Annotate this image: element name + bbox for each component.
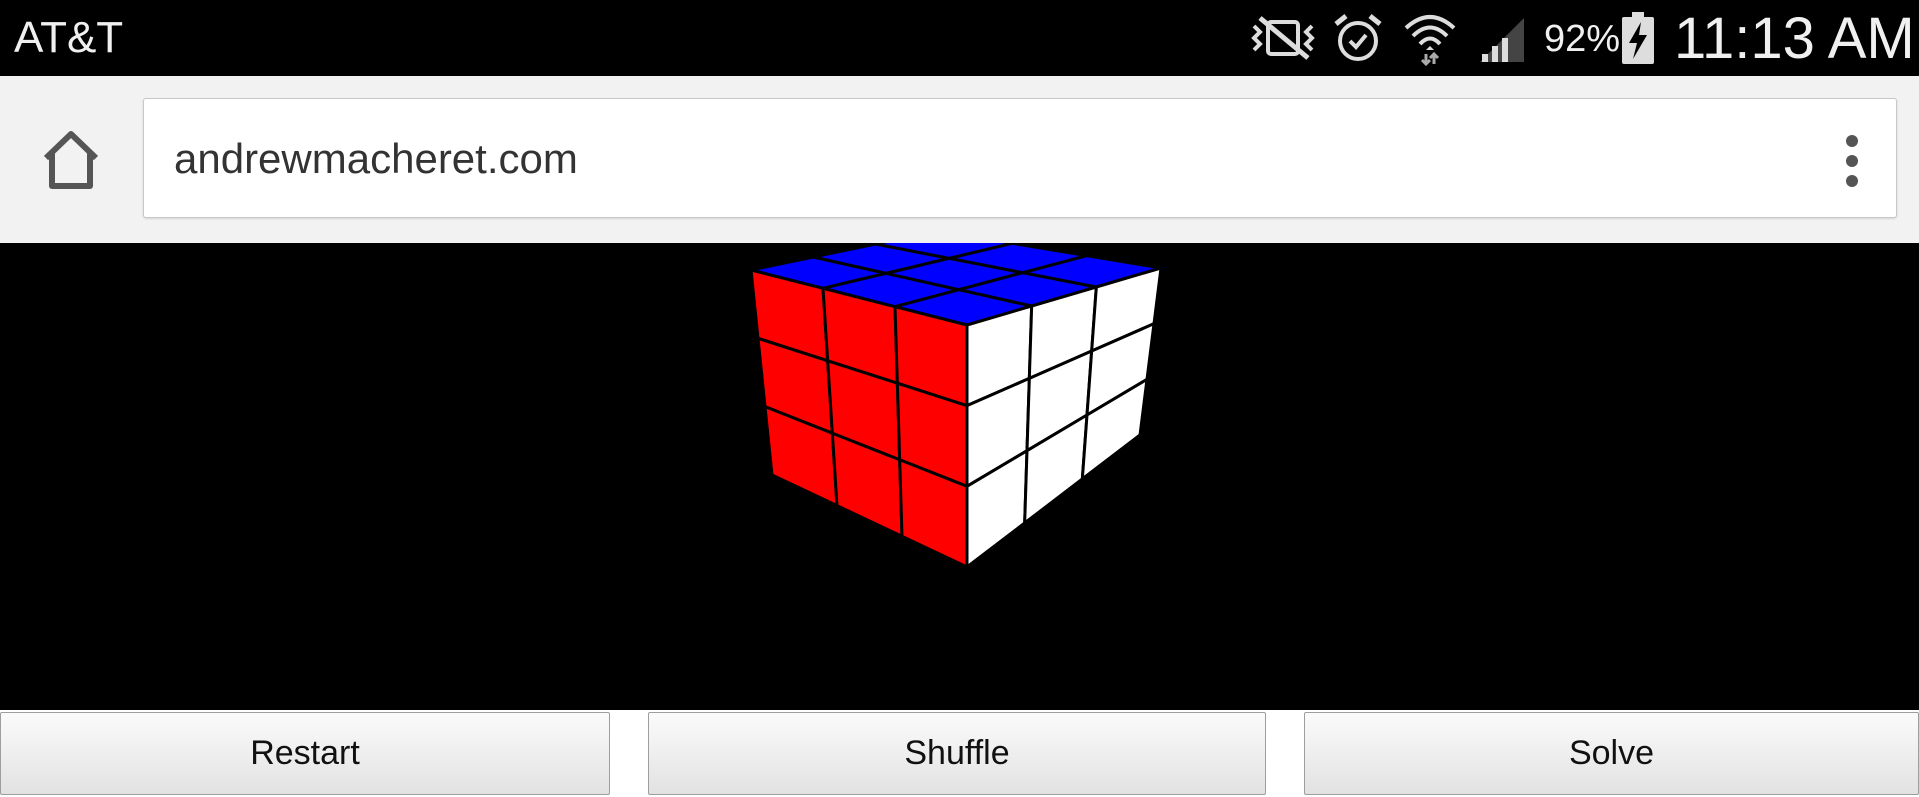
- alarm-icon: [1334, 14, 1382, 61]
- signal-icon: [1480, 18, 1524, 62]
- rubiks-cube[interactable]: [0, 243, 1919, 713]
- home-icon[interactable]: [38, 128, 104, 194]
- battery-percent: 92%: [1544, 18, 1621, 60]
- carrier-label: AT&T: [14, 13, 124, 62]
- vibrate-mute-icon: [1251, 16, 1315, 60]
- restart-button[interactable]: Restart: [0, 712, 610, 795]
- cube-canvas[interactable]: [0, 243, 1919, 713]
- address-bar[interactable]: andrewmacheret.com: [143, 98, 1897, 218]
- clock: 11:13 AM: [1674, 6, 1915, 71]
- wifi-icon: [1404, 15, 1456, 66]
- overflow-menu-icon[interactable]: [1844, 133, 1860, 189]
- browser-toolbar: andrewmacheret.com: [0, 76, 1919, 243]
- shuffle-button[interactable]: Shuffle: [648, 712, 1266, 795]
- url-text[interactable]: andrewmacheret.com: [174, 133, 578, 185]
- status-bar: AT&T 92% 11:13 AM: [0, 0, 1919, 76]
- battery-charging-icon: [1622, 12, 1654, 64]
- control-bar: Restart Shuffle Solve: [0, 710, 1919, 797]
- solve-button[interactable]: Solve: [1304, 712, 1919, 795]
